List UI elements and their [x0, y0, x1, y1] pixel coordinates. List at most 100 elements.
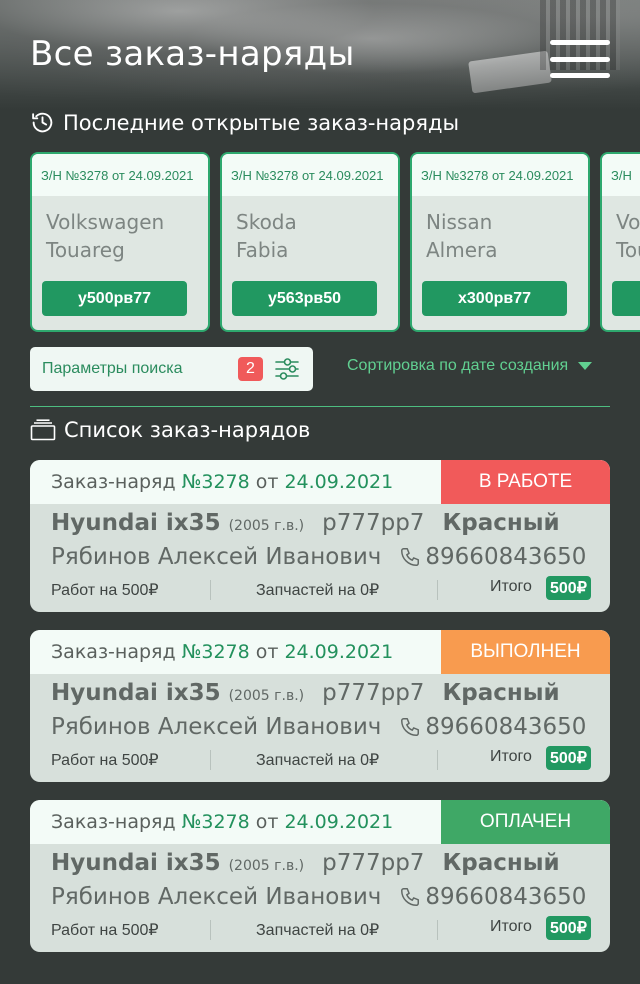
parts-amount: Запчастей на 0₽	[256, 752, 380, 769]
phone-icon	[401, 718, 420, 736]
recent-order-model: Fabia	[236, 238, 289, 262]
vehicle-plate: р777рр7	[322, 680, 425, 706]
page-title: Все заказ-наряды	[30, 34, 355, 74]
works-amount: Работ на 500₽	[51, 752, 159, 769]
order-number: №3278	[181, 811, 250, 833]
sliders-filter-icon	[275, 358, 299, 380]
recent-order-label: З/Н №3278 от 24.09.2021	[222, 154, 398, 196]
works-amount: Работ на 500₽	[51, 582, 159, 599]
works-amount: Работ на 500₽	[51, 922, 159, 939]
client-info: Рябинов Алексей Иванович 89660843650	[51, 714, 586, 740]
search-params-count-badge: 2	[238, 357, 263, 381]
recent-order-plate	[612, 281, 640, 316]
parts-amount: Запчастей на 0₽	[256, 922, 380, 939]
recent-orders-heading-text: Последние открытые заказ-наряды	[63, 110, 460, 135]
vehicle-plate: р777рр7	[322, 850, 425, 876]
recent-order-model: Touareg	[46, 238, 125, 262]
total-label: Итого	[490, 748, 532, 765]
parts-amount: Запчастей на 0₽	[256, 582, 380, 599]
order-totals: Работ на 500₽ Запчастей на 0₽ Итого 500₽	[51, 576, 594, 602]
history-clock-icon	[32, 112, 53, 133]
vehicle-info: Hyundai ix35 (2005 г.в.) р777рр7 Красный	[51, 680, 560, 706]
recent-order-plate: у563рв50	[232, 281, 377, 316]
order-date: 24.09.2021	[284, 641, 394, 663]
orders-list-heading-text: Список заказ-нарядов	[64, 418, 311, 442]
recent-order-model: Tou	[616, 238, 640, 262]
sort-dropdown[interactable]: Сортировка по дате создания	[347, 357, 593, 375]
total-label: Итого	[490, 918, 532, 935]
client-name: Рябинов Алексей Иванович	[51, 714, 382, 740]
recent-order-make: Volkswagen	[46, 210, 165, 234]
recent-order-make: Vol	[616, 210, 640, 234]
recent-orders-carousel[interactable]: З/Н №3278 от 24.09.2021 Volkswagen Touar…	[0, 152, 640, 332]
divider	[437, 920, 438, 940]
recent-order-card[interactable]: З/Н №3278 от 24.09.2021 Nissan Almera х3…	[410, 152, 590, 332]
vehicle-year: (2005 г.в.)	[228, 858, 305, 874]
recent-orders-heading: Последние открытые заказ-наряды	[30, 110, 459, 135]
status-badge: В РАБОТЕ	[441, 460, 610, 504]
vehicle-model: Hyundai ix35	[51, 510, 221, 536]
order-date: 24.09.2021	[284, 811, 394, 833]
vehicle-info: Hyundai ix35 (2005 г.в.) р777рр7 Красный	[51, 850, 560, 876]
client-name: Рябинов Алексей Иванович	[51, 544, 382, 570]
client-info: Рябинов Алексей Иванович 89660843650	[51, 884, 586, 910]
recent-order-model: Almera	[426, 238, 498, 262]
client-phone[interactable]: 89660843650	[425, 884, 586, 910]
recent-order-card[interactable]: З/Н №3278 от 24.09.2021 Skoda Fabia у563…	[220, 152, 400, 332]
folder-stack-icon	[30, 419, 56, 441]
search-params-label: Параметры поиска	[42, 360, 183, 377]
client-info: Рябинов Алексей Иванович 89660843650	[51, 544, 586, 570]
order-prefix: Заказ-наряд	[51, 641, 176, 663]
order-number: №3278	[181, 641, 250, 663]
hamburger-menu-icon[interactable]	[550, 40, 610, 78]
total-amount: 500₽	[546, 746, 591, 770]
order-card[interactable]: Заказ-наряд №3278 от 24.09.2021 В РАБОТЕ…	[30, 460, 610, 612]
order-card[interactable]: Заказ-наряд №3278 от 24.09.2021 ВЫПОЛНЕН…	[30, 630, 610, 782]
recent-order-make: Skoda	[236, 210, 297, 234]
vehicle-color: Красный	[442, 850, 560, 876]
status-badge: ОПЛАЧЕН	[441, 800, 610, 844]
order-totals: Работ на 500₽ Запчастей на 0₽ Итого 500₽	[51, 746, 594, 772]
sort-dropdown-label: Сортировка по дате создания	[347, 357, 569, 374]
total-amount: 500₽	[546, 576, 591, 600]
vehicle-color: Красный	[442, 510, 560, 536]
search-params-button[interactable]: Параметры поиска 2	[30, 347, 313, 391]
vehicle-plate: р777рр7	[322, 510, 425, 536]
phone-icon	[401, 548, 420, 566]
order-date: 24.09.2021	[284, 471, 394, 493]
vehicle-model: Hyundai ix35	[51, 850, 221, 876]
vehicle-year: (2005 г.в.)	[228, 688, 305, 704]
client-name: Рябинов Алексей Иванович	[51, 884, 382, 910]
recent-order-label: З/Н №3278 от 24.09.2021	[32, 154, 208, 196]
recent-order-plate: у500рв77	[42, 281, 187, 316]
orders-list-heading: Список заказ-нарядов	[30, 418, 310, 442]
order-number: №3278	[181, 471, 250, 493]
order-from: от	[255, 641, 279, 663]
recent-order-card[interactable]: З/Н №3278 от 24.09.2021 Volkswagen Touar…	[30, 152, 210, 332]
divider	[210, 920, 211, 940]
divider	[30, 406, 610, 407]
recent-order-label: З/Н	[602, 154, 640, 196]
divider	[437, 750, 438, 770]
total-amount: 500₽	[546, 916, 591, 940]
order-prefix: Заказ-наряд	[51, 471, 176, 493]
status-badge: ВЫПОЛНЕН	[441, 630, 610, 674]
recent-order-card-partial[interactable]: З/Н Vol Tou	[600, 152, 640, 332]
divider	[210, 580, 211, 600]
vehicle-model: Hyundai ix35	[51, 680, 221, 706]
client-phone[interactable]: 89660843650	[425, 544, 586, 570]
divider	[210, 750, 211, 770]
client-phone[interactable]: 89660843650	[425, 714, 586, 740]
vehicle-year: (2005 г.в.)	[228, 518, 305, 534]
recent-order-plate: х300рв77	[422, 281, 567, 316]
vehicle-info: Hyundai ix35 (2005 г.в.) р777рр7 Красный	[51, 510, 560, 536]
order-card[interactable]: Заказ-наряд №3278 от 24.09.2021 ОПЛАЧЕН …	[30, 800, 610, 952]
recent-order-make: Nissan	[426, 210, 493, 234]
order-from: от	[255, 811, 279, 833]
phone-icon	[401, 888, 420, 906]
order-totals: Работ на 500₽ Запчастей на 0₽ Итого 500₽	[51, 916, 594, 942]
order-from: от	[255, 471, 279, 493]
divider	[437, 580, 438, 600]
total-label: Итого	[490, 578, 532, 595]
vehicle-color: Красный	[442, 680, 560, 706]
